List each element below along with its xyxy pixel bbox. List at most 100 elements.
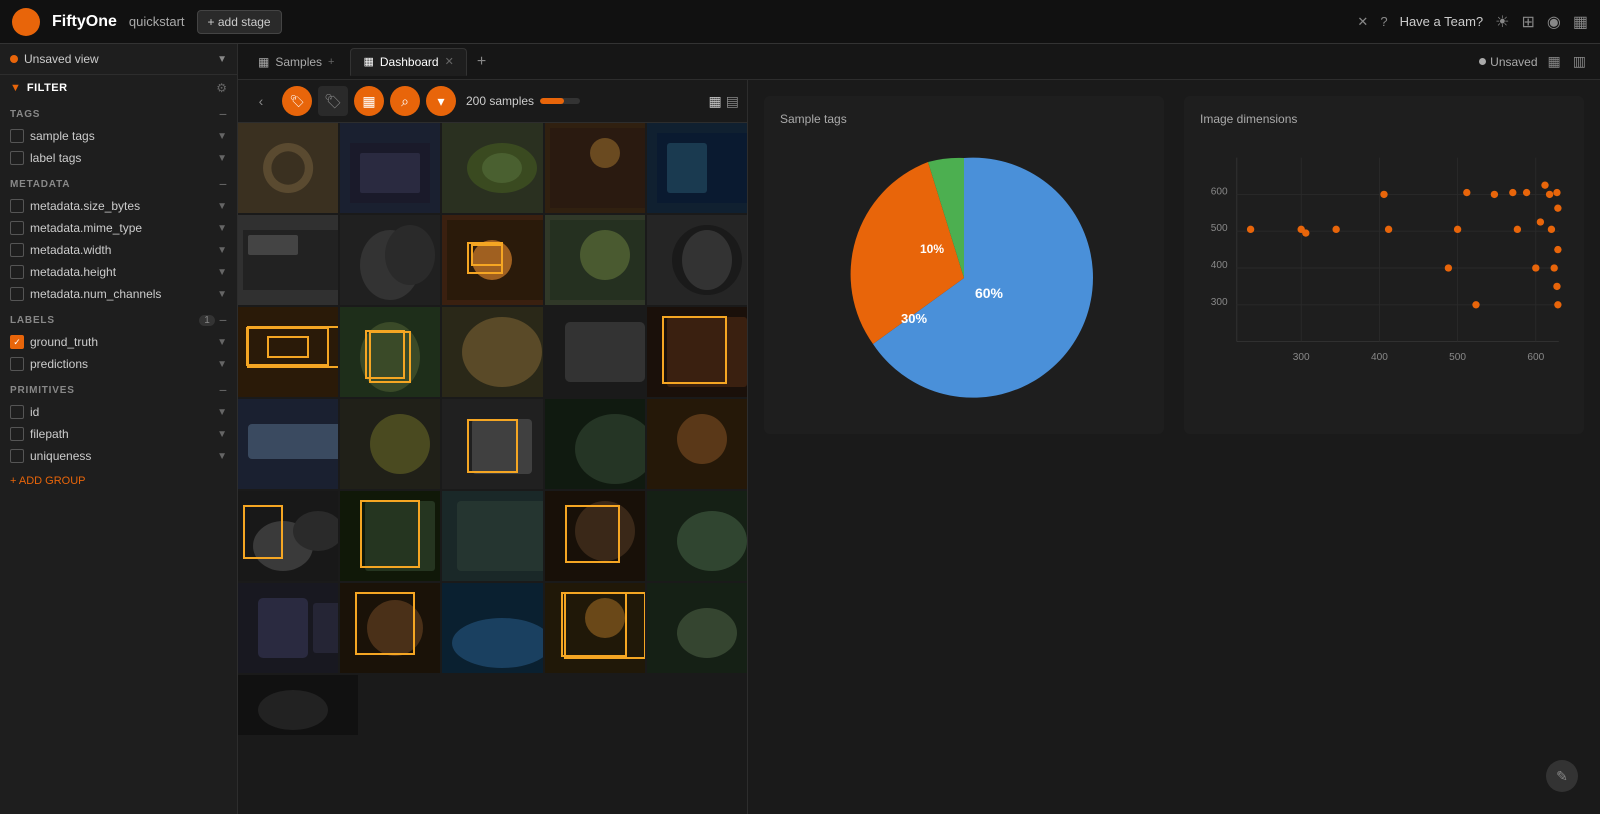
- github-icon[interactable]: ◉: [1547, 12, 1561, 32]
- help-icon[interactable]: ?: [1380, 14, 1387, 29]
- filepath-checkbox[interactable]: [10, 427, 24, 441]
- search-button[interactable]: ⌕: [390, 86, 420, 116]
- grid-image[interactable]: [340, 123, 440, 213]
- width-checkbox[interactable]: [10, 243, 24, 257]
- grid-image[interactable]: [442, 123, 542, 213]
- sidebar-item-ground-truth[interactable]: ground_truth ▼: [0, 331, 237, 353]
- primitives-collapse-icon[interactable]: −: [219, 383, 227, 397]
- grid-image[interactable]: [340, 215, 440, 305]
- sidebar-item-id[interactable]: id ▼: [0, 401, 237, 423]
- size-bytes-checkbox[interactable]: [10, 199, 24, 213]
- grid-image[interactable]: [647, 123, 747, 213]
- split-view-button[interactable]: ▥: [1569, 51, 1590, 72]
- more-button[interactable]: ▾: [426, 86, 456, 116]
- num-channels-checkbox[interactable]: [10, 287, 24, 301]
- close-icon[interactable]: ✕: [1357, 14, 1368, 30]
- height-expand-icon: ▼: [217, 267, 227, 278]
- grid-image[interactable]: [647, 399, 747, 489]
- grid-image[interactable]: [442, 583, 542, 673]
- ground-truth-checkbox[interactable]: [10, 335, 24, 349]
- samples-tab-add-icon[interactable]: +: [328, 56, 334, 68]
- sidebar-item-predictions[interactable]: predictions ▼: [0, 353, 237, 375]
- grid-image[interactable]: [442, 307, 542, 397]
- predictions-checkbox[interactable]: [10, 357, 24, 371]
- layout-icon[interactable]: ▦: [1573, 12, 1588, 32]
- sun-icon[interactable]: ☀: [1495, 12, 1509, 32]
- view-selector[interactable]: Unsaved view ▼: [0, 44, 237, 75]
- predictions-expand-icon: ▼: [217, 359, 227, 370]
- grid-image[interactable]: [442, 215, 542, 305]
- sidebar-item-mime-type[interactable]: metadata.mime_type ▼: [0, 217, 237, 239]
- grid-image[interactable]: [647, 307, 747, 397]
- sidebar-item-sample-tags[interactable]: sample tags ▼: [0, 125, 237, 147]
- samples-toolbar: ‹ 🏷 🏷 ▦ ⌕ ▾ 200 samples ▦ ▤: [238, 80, 747, 123]
- grid-image[interactable]: [238, 675, 747, 735]
- grid-image[interactable]: [238, 123, 338, 213]
- list-layout-button[interactable]: ▤: [726, 93, 739, 110]
- grid-image[interactable]: [238, 583, 338, 673]
- gallery-button[interactable]: ▦: [354, 86, 384, 116]
- grid-image[interactable]: [340, 583, 440, 673]
- filter-icon: ▼: [10, 82, 21, 94]
- grid-image[interactable]: [545, 123, 645, 213]
- image-dimensions-title: Image dimensions: [1200, 112, 1568, 126]
- add-group-button[interactable]: + ADD GROUP: [0, 467, 237, 495]
- uniqueness-checkbox[interactable]: [10, 449, 24, 463]
- grid-image[interactable]: [647, 491, 747, 581]
- mime-type-checkbox[interactable]: [10, 221, 24, 235]
- grid-layout-button[interactable]: ▦: [709, 93, 722, 110]
- tab-dashboard[interactable]: ▦ Dashboard ✕: [350, 48, 466, 76]
- pie-label-green: 10%: [920, 242, 944, 256]
- label-filter-button[interactable]: 🏷: [318, 86, 348, 116]
- tab-samples[interactable]: ▦ Samples +: [246, 49, 346, 75]
- add-stage-button[interactable]: + add stage: [197, 10, 282, 34]
- tags-collapse-icon[interactable]: −: [219, 107, 227, 121]
- height-checkbox[interactable]: [10, 265, 24, 279]
- primitives-section-header: PRIMITIVES −: [0, 379, 237, 401]
- app-subtitle: quickstart: [129, 14, 185, 29]
- add-tab-button[interactable]: +: [471, 53, 492, 71]
- grid-image[interactable]: [545, 215, 645, 305]
- label-tags-checkbox[interactable]: [10, 151, 24, 165]
- grid-image[interactable]: [340, 399, 440, 489]
- dashboard-tab-close-icon[interactable]: ✕: [445, 55, 454, 68]
- labels-collapse-icon[interactable]: −: [219, 313, 227, 327]
- grid-image[interactable]: [545, 399, 645, 489]
- tag-button[interactable]: 🏷: [282, 86, 312, 116]
- grid-image[interactable]: [340, 491, 440, 581]
- grid-image[interactable]: [442, 399, 542, 489]
- grid-image[interactable]: [442, 491, 542, 581]
- grid-image[interactable]: [647, 215, 747, 305]
- grid-icon[interactable]: ⊞: [1522, 12, 1535, 32]
- sidebar-item-size-bytes[interactable]: metadata.size_bytes ▼: [0, 195, 237, 217]
- sidebar-item-filepath[interactable]: filepath ▼: [0, 423, 237, 445]
- sidebar-item-uniqueness[interactable]: uniqueness ▼: [0, 445, 237, 467]
- filepath-expand-icon: ▼: [217, 429, 227, 440]
- grid-image[interactable]: [238, 399, 338, 489]
- sidebar-item-height[interactable]: metadata.height ▼: [0, 261, 237, 283]
- compass-button[interactable]: ✎: [1546, 760, 1578, 792]
- id-label: id: [30, 405, 211, 419]
- sidebar-item-label-tags[interactable]: label tags ▼: [0, 147, 237, 169]
- sidebar-item-width[interactable]: metadata.width ▼: [0, 239, 237, 261]
- prev-button[interactable]: ‹: [246, 86, 276, 116]
- grid-image[interactable]: [545, 307, 645, 397]
- samples-tab-grid-icon: ▦: [258, 55, 269, 69]
- grid-image[interactable]: [238, 215, 338, 305]
- id-checkbox[interactable]: [10, 405, 24, 419]
- grid-image[interactable]: [545, 491, 645, 581]
- y-label-500: 500: [1211, 223, 1228, 234]
- grid-image[interactable]: [238, 307, 338, 397]
- grid-image[interactable]: [647, 583, 747, 673]
- unsaved-indicator: Unsaved: [1479, 55, 1537, 69]
- grid-image[interactable]: [340, 307, 440, 397]
- metadata-collapse-icon[interactable]: −: [219, 177, 227, 191]
- dashboard-tab-label: Dashboard: [380, 55, 439, 69]
- sidebar-item-num-channels[interactable]: metadata.num_channels ▼: [0, 283, 237, 305]
- samples-tab-label: Samples: [275, 55, 322, 69]
- grid-image[interactable]: [238, 491, 338, 581]
- sample-tags-checkbox[interactable]: [10, 129, 24, 143]
- grid-view-button[interactable]: ▦: [1544, 51, 1565, 72]
- filter-gear-icon[interactable]: ⚙: [216, 81, 227, 95]
- grid-image[interactable]: [545, 583, 645, 673]
